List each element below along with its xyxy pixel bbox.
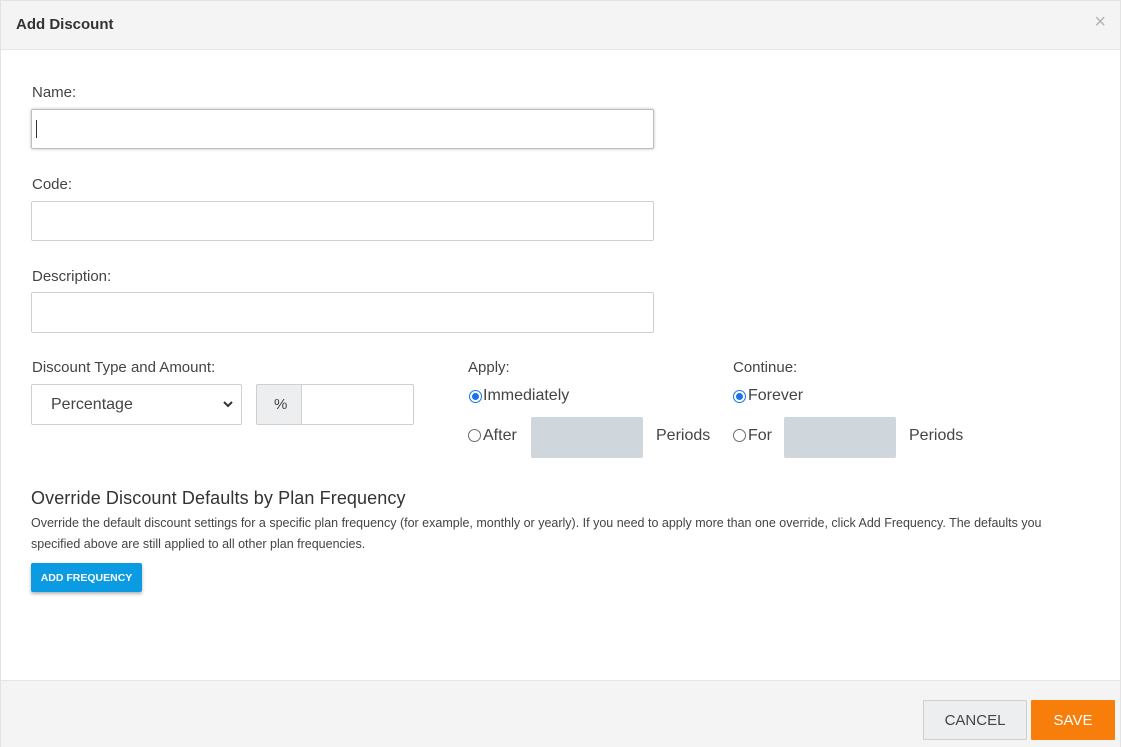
apply-after-label: After [483, 427, 517, 444]
apply-periods-input[interactable] [531, 417, 643, 458]
description-input[interactable] [31, 292, 654, 333]
percent-symbol: % [274, 396, 288, 413]
continue-for-radio[interactable] [733, 429, 746, 442]
cancel-button[interactable]: CANCEL [923, 700, 1027, 740]
chevron-down-icon [223, 401, 233, 408]
continue-periods-input[interactable] [784, 417, 896, 458]
continue-forever-label: Forever [748, 387, 804, 404]
apply-immediately-radio[interactable] [469, 390, 482, 403]
override-description: Override the default discount settings f… [31, 516, 1042, 551]
apply-after-radio[interactable] [468, 429, 481, 442]
description-label: Description: [32, 268, 112, 285]
override-title: Override Discount Defaults by Plan Frequ… [31, 488, 406, 508]
save-button[interactable]: SAVE [1031, 700, 1115, 740]
continue-for-label: For [748, 427, 772, 444]
text-caret [36, 120, 37, 138]
discount-type-value: Percentage [51, 396, 133, 413]
close-icon[interactable]: × [1094, 12, 1106, 32]
add-frequency-button[interactable]: ADD FREQUENCY [31, 563, 142, 592]
name-label: Name: [32, 84, 77, 101]
continue-periods-label: Periods [909, 427, 964, 444]
add-discount-dialog: Add Discount × Name: Code: Description: … [0, 0, 1121, 747]
code-label: Code: [32, 176, 73, 193]
dialog-header: Add Discount × [1, 1, 1120, 50]
apply-immediately-label: Immediately [483, 387, 570, 404]
apply-periods-label: Periods [656, 427, 711, 444]
discount-type-select[interactable]: Percentage [31, 384, 242, 425]
discount-amount-input[interactable] [301, 384, 414, 425]
code-input[interactable] [31, 201, 654, 241]
name-input[interactable] [31, 109, 654, 149]
discount-type-label: Discount Type and Amount: [32, 359, 216, 376]
dialog-title: Add Discount [16, 16, 114, 33]
continue-forever-radio[interactable] [733, 390, 746, 403]
percent-addon: % [256, 384, 302, 425]
continue-label: Continue: [733, 359, 798, 376]
apply-label: Apply: [468, 359, 510, 376]
